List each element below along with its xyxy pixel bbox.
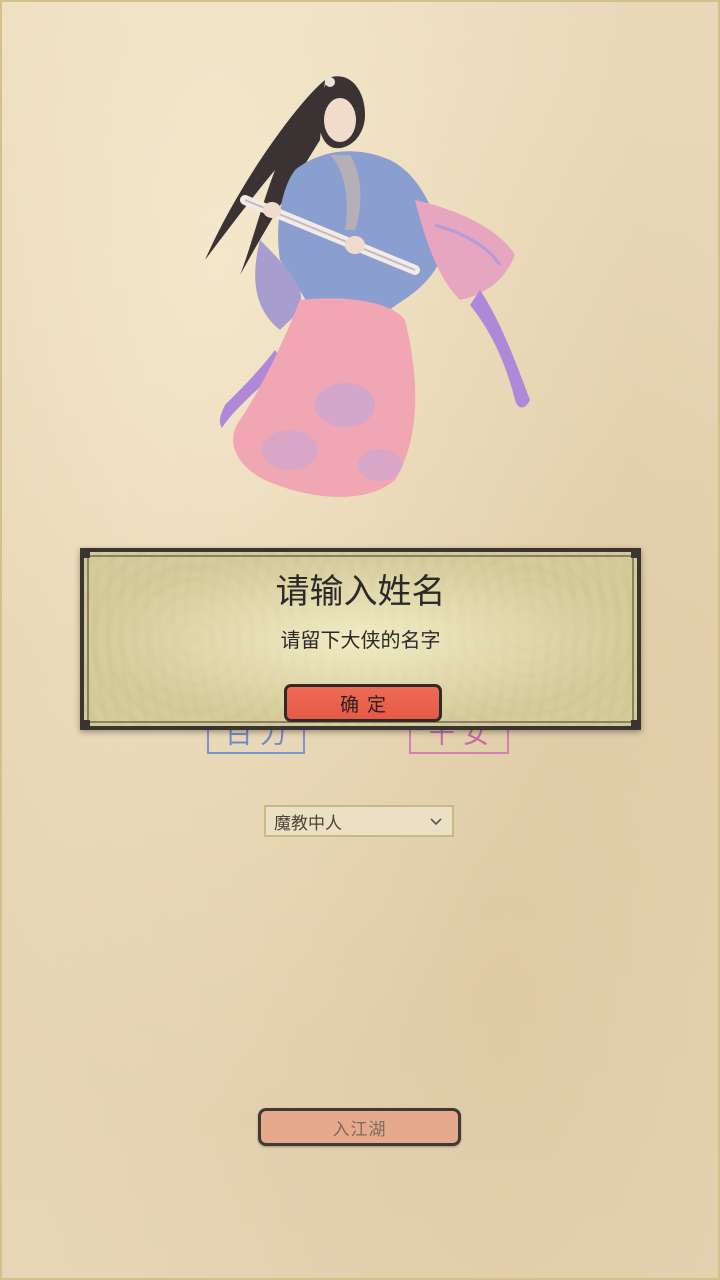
faction-select[interactable]: 魔教中人: [264, 805, 454, 837]
dialog-title: 请输入姓名: [275, 572, 446, 612]
enter-jianghu-button[interactable]: 入江湖: [258, 1108, 461, 1146]
dialog-message: 请留下大侠的名字: [280, 628, 441, 652]
faction-selected-value: 魔教中人: [274, 813, 342, 834]
dialog-corner: [80, 548, 90, 558]
dialog-corner: [80, 720, 90, 730]
name-input-dialog: 请输入姓名 请留下大侠的名字 确定: [80, 548, 641, 730]
character-illustration: [205, 76, 530, 497]
dialog-corner: [631, 548, 641, 558]
confirm-button-label: 确定: [339, 693, 394, 716]
chevron-down-icon: [430, 818, 442, 826]
confirm-button[interactable]: 确定: [284, 684, 442, 722]
create-character-screen: 白 力 千 女 魔教中人 入江湖 请输入姓名 请留下大侠的名字 确定: [0, 0, 720, 1280]
dialog-corner: [631, 720, 641, 730]
enter-jianghu-label: 入江湖: [332, 1119, 387, 1140]
